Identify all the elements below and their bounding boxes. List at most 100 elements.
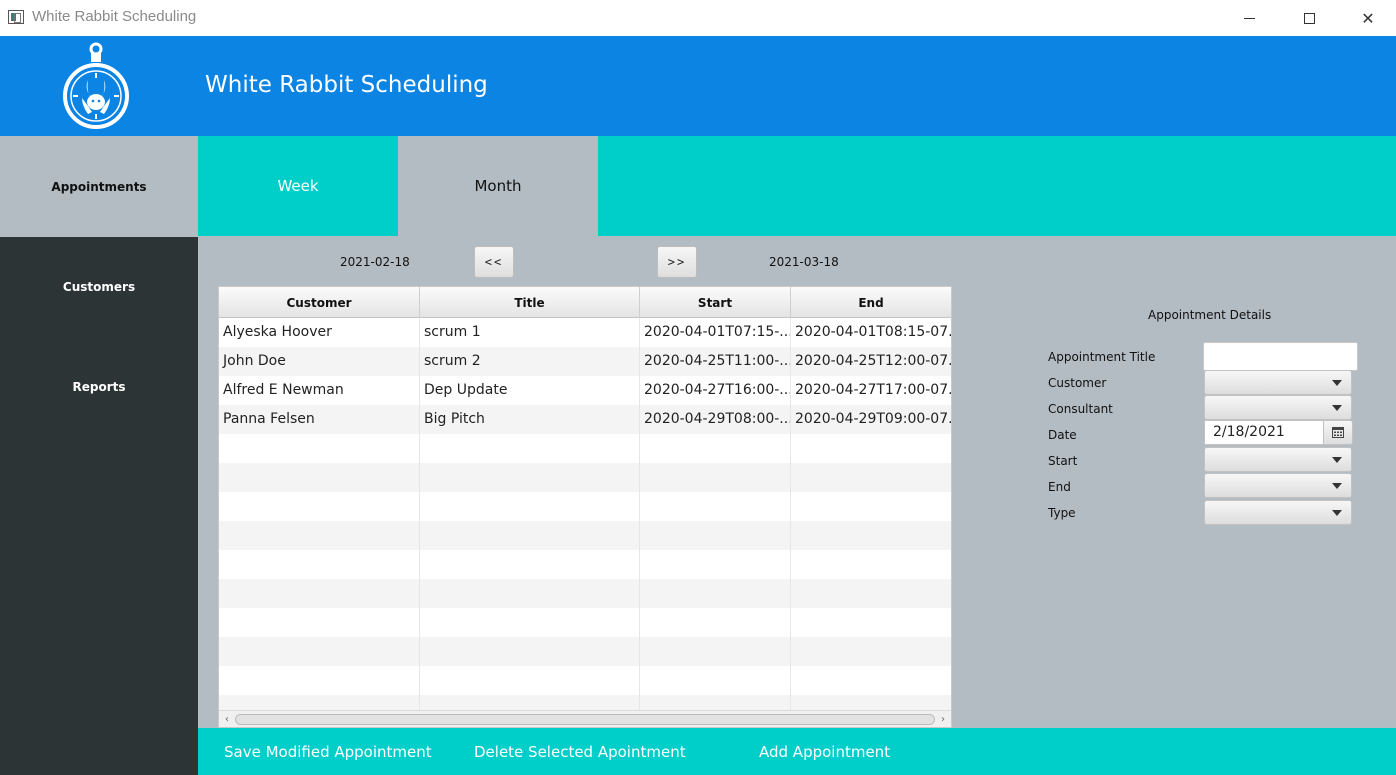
details-title: Appointment Details [1148,308,1272,322]
delete-selected-appointment-button[interactable]: Delete Selected Apointment [474,728,686,775]
cell-end [791,550,951,579]
cell-title [420,666,640,695]
close-icon: ✕ [1361,8,1375,28]
maximize-button[interactable] [1280,0,1338,36]
chevron-down-icon [1332,380,1342,386]
cell-customer [219,492,420,521]
cell-customer [219,463,420,492]
table-row[interactable]: Alyeska Hoover scrum 1 2020-04-01T07:15-..… [219,318,951,347]
app-window: White Rabbit Scheduling ✕ White Rabbit S… [0,0,1396,775]
cell-title [420,434,640,463]
label-customer: Customer [1048,376,1107,390]
cell-title [420,550,640,579]
cell-start: 2020-04-25T11:00-... [640,347,791,376]
cell-customer [219,550,420,579]
type-combobox[interactable] [1204,500,1352,525]
scroll-left-icon[interactable]: ‹ [221,713,233,725]
cell-title [420,608,640,637]
cell-end [791,579,951,608]
chevron-down-icon [1332,405,1342,411]
app-header: White Rabbit Scheduling [0,36,1396,136]
scrollbar-thumb[interactable] [235,714,935,725]
cell-customer: Alfred E Newman [219,376,420,405]
end-time-combobox[interactable] [1204,473,1352,498]
table-body: Alyeska Hoover scrum 1 2020-04-01T07:15-..… [219,318,951,710]
table-row-empty [219,550,951,579]
start-time-combobox[interactable] [1204,447,1352,472]
table-row-empty [219,492,951,521]
cell-start: 2020-04-29T08:00-... [640,405,791,434]
cell-customer [219,695,420,710]
cell-title: scrum 1 [420,318,640,347]
cell-start [640,666,791,695]
cell-end [791,666,951,695]
column-header-end[interactable]: End [791,287,951,318]
table-row[interactable]: John Doe scrum 2 2020-04-25T11:00-... 2020-… [219,347,951,376]
cell-customer [219,608,420,637]
label-consultant: Consultant [1048,402,1113,416]
cell-end [791,492,951,521]
label-end: End [1048,480,1071,494]
table-row-empty [219,579,951,608]
range-start-date: 2021-02-18 [340,255,410,269]
app-title: White Rabbit Scheduling [205,72,488,98]
cell-end [791,637,951,666]
cell-start [640,695,791,710]
maximize-icon [1303,12,1315,24]
previous-range-button[interactable]: << [474,246,514,278]
customer-combobox[interactable] [1204,370,1352,395]
add-appointment-button[interactable]: Add Appointment [759,728,890,775]
column-header-title[interactable]: Title [420,287,640,318]
table-row-empty [219,608,951,637]
app-window-icon [8,10,24,24]
cell-start: 2020-04-27T16:00-... [640,376,791,405]
close-button[interactable]: ✕ [1339,0,1396,36]
appointments-table[interactable]: Customer Title Start End Alyeska Hoover s… [218,286,952,728]
tab-month[interactable]: Month [398,136,598,236]
date-picker-button[interactable] [1323,420,1353,445]
cell-customer [219,637,420,666]
cell-start [640,521,791,550]
cell-end: 2020-04-29T09:00-07... [795,411,951,427]
tab-week[interactable]: Week [198,136,398,236]
table-row[interactable]: Alfred E Newman Dep Update 2020-04-27T16:0… [219,376,951,405]
cell-end [791,695,951,710]
next-range-button[interactable]: >> [657,246,697,278]
label-start: Start [1048,454,1078,468]
range-end-date: 2021-03-18 [769,255,839,269]
scroll-right-icon[interactable]: › [937,713,949,725]
date-input[interactable]: 2/18/2021 [1204,420,1324,445]
consultant-combobox[interactable] [1204,395,1352,420]
view-tabbar: Week Month [198,136,1396,236]
table-row[interactable]: Panna Felsen Big Pitch 2020-04-29T08:00-..… [219,405,951,434]
horizontal-scrollbar[interactable]: ‹ › [219,710,951,727]
cell-title [420,695,640,710]
cell-start: 2020-04-01T07:15-... [640,318,791,347]
sidebar-item-appointments[interactable]: Appointments [0,136,198,237]
column-header-start[interactable]: Start [640,287,791,318]
table-row-empty [219,521,951,550]
table-row-empty [219,695,951,710]
cell-end: 2020-04-27T17:00-07... [795,382,951,398]
minimize-button[interactable] [1220,0,1278,36]
cell-customer: John Doe [219,347,420,376]
table-row-empty [219,666,951,695]
cell-end [791,608,951,637]
cell-end [791,434,951,463]
minimize-icon [1243,17,1255,19]
chevron-down-icon [1332,510,1342,516]
chevron-down-icon [1332,483,1342,489]
cell-start [640,434,791,463]
cell-title [420,637,640,666]
save-modified-appointment-button[interactable]: Save Modified Appointment [224,728,432,775]
cell-customer: Panna Felsen [219,405,420,434]
table-row-empty [219,463,951,492]
cell-customer [219,434,420,463]
cell-customer [219,579,420,608]
sidebar-item-customers[interactable]: Customers [0,237,198,337]
cell-title: scrum 2 [420,347,640,376]
window-titlebar: White Rabbit Scheduling ✕ [0,0,1396,36]
appointment-title-input[interactable] [1203,342,1358,371]
column-header-customer[interactable]: Customer [219,287,420,318]
sidebar-item-reports[interactable]: Reports [0,337,198,437]
